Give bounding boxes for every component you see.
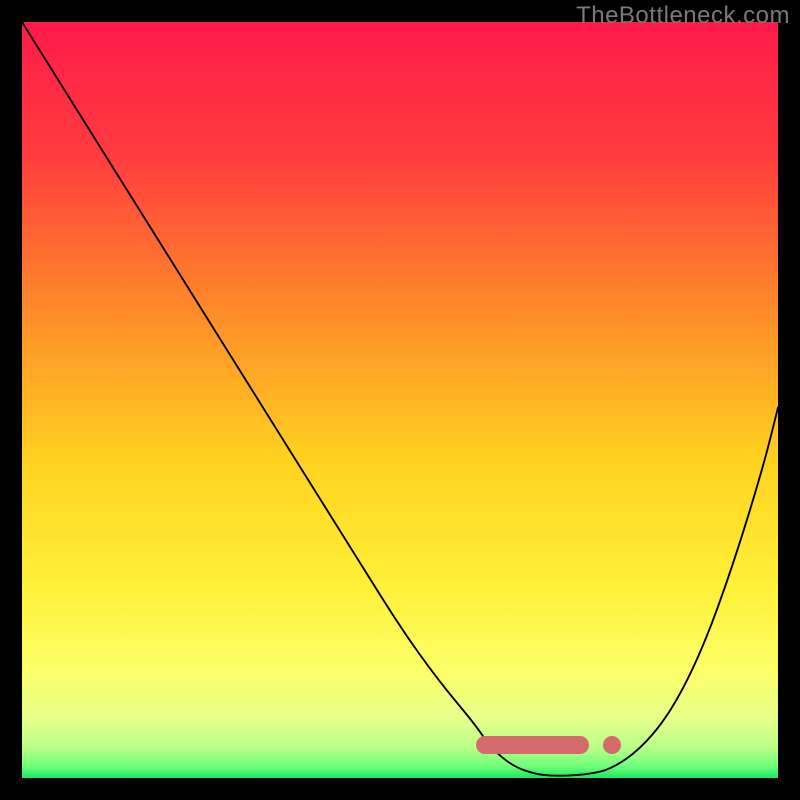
watermark-text: TheBottleneck.com [576,2,790,30]
plot-area [22,22,778,778]
chart-frame: TheBottleneck.com [0,0,800,800]
background-gradient [22,22,778,778]
